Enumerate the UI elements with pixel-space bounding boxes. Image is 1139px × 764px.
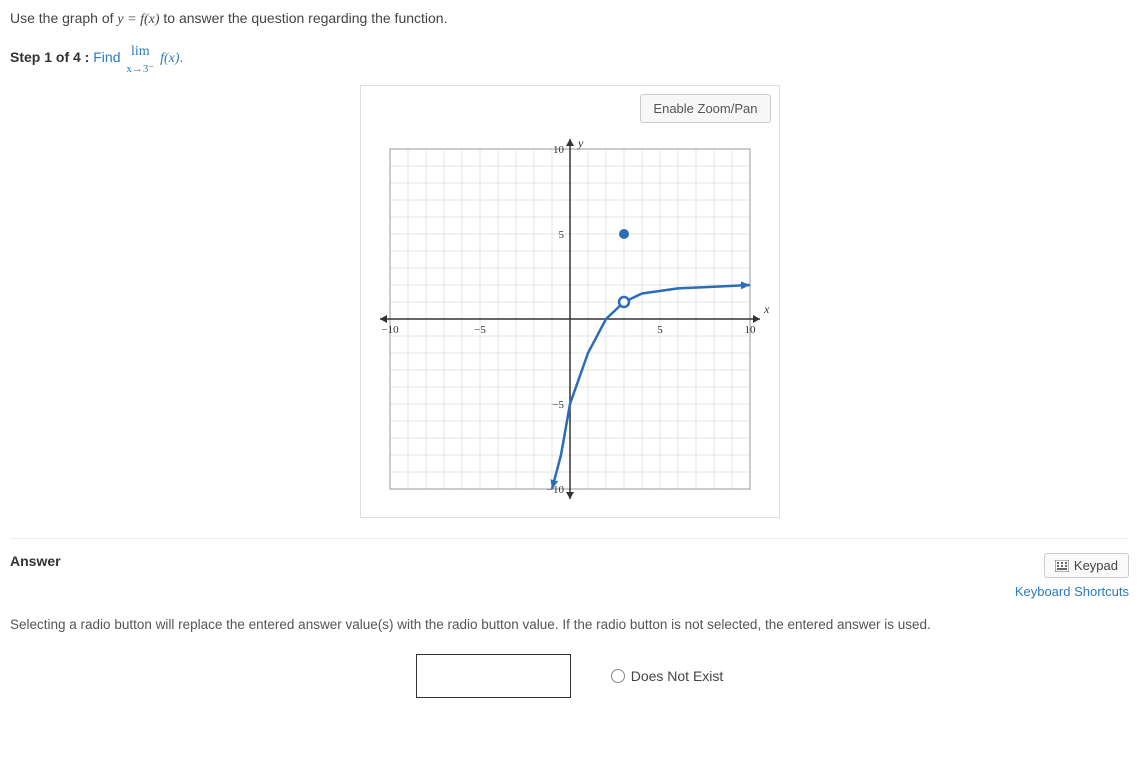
svg-text:−10: −10 xyxy=(381,324,399,336)
keyboard-shortcuts-link[interactable]: Keyboard Shortcuts xyxy=(1015,584,1129,599)
svg-text:5: 5 xyxy=(558,229,564,241)
graph-frame: Enable Zoom/Pan −10 −5 5 10 −10 −5 5 10 x y xyxy=(360,85,780,518)
function-plot[interactable]: −10 −5 5 10 −10 −5 5 10 x y xyxy=(369,129,771,509)
svg-text:−5: −5 xyxy=(552,399,564,411)
svg-text:−5: −5 xyxy=(474,324,486,336)
answer-input[interactable] xyxy=(416,654,571,698)
svg-text:5: 5 xyxy=(657,324,663,336)
answer-hint: Selecting a radio button will replace th… xyxy=(10,617,1129,632)
step-line: Step 1 of 4 : Find limx→3⁻ f(x). xyxy=(10,42,1129,75)
enable-zoom-button[interactable]: Enable Zoom/Pan xyxy=(640,94,770,123)
radio-icon[interactable] xyxy=(611,669,625,683)
keypad-button[interactable]: Keypad xyxy=(1044,553,1129,578)
svg-text:10: 10 xyxy=(744,324,756,336)
svg-text:x: x xyxy=(763,302,770,316)
dne-label: Does Not Exist xyxy=(631,668,724,684)
svg-text:−10: −10 xyxy=(546,484,564,496)
graph-container: Enable Zoom/Pan −10 −5 5 10 −10 −5 5 10 x y xyxy=(10,85,1129,518)
answer-heading: Answer xyxy=(10,553,61,569)
instruction-text: Use the graph of y = f(x) to answer the … xyxy=(10,10,1129,28)
svg-text:y: y xyxy=(577,136,584,150)
keypad-icon xyxy=(1055,560,1069,572)
dne-option[interactable]: Does Not Exist xyxy=(611,668,724,684)
svg-text:10: 10 xyxy=(553,144,565,156)
